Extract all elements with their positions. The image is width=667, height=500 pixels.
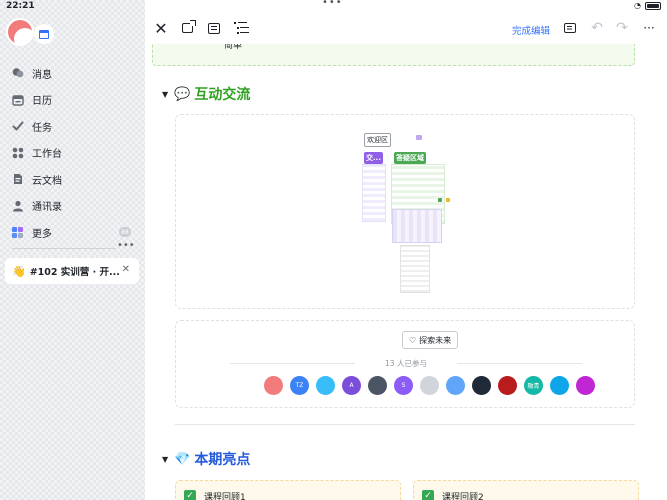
explore-future-button[interactable]: ♡ 探索未来 xyxy=(402,331,459,349)
apps-icon xyxy=(11,146,24,159)
sidebar-item-messages[interactable]: 消息 xyxy=(0,60,145,87)
more-grid-icon xyxy=(11,226,24,239)
calendar-icon xyxy=(11,93,24,106)
whiteboard-column xyxy=(392,209,442,243)
participant-avatar[interactable] xyxy=(446,376,465,395)
participant-avatar[interactable] xyxy=(550,376,569,395)
more-options-icon[interactable]: ··· xyxy=(641,20,657,36)
review-card-label: 课程回顾2 xyxy=(442,493,484,500)
close-icon[interactable]: ✕ xyxy=(122,264,130,275)
whiteboard-column xyxy=(400,245,430,293)
status-time: 22:21 xyxy=(6,1,35,11)
contacts-icon xyxy=(11,199,24,212)
review-card-2[interactable]: ✓ 课程回顾2 xyxy=(413,480,639,500)
participant-avatar[interactable] xyxy=(316,376,335,395)
speech-bubble-icon: 💬 xyxy=(174,86,191,102)
sidebar-item-label: 工作台 xyxy=(32,149,62,161)
participants-count: 13 人已参与 xyxy=(218,358,594,369)
outline-list-icon[interactable] xyxy=(232,20,248,36)
open-in-new-window-icon[interactable] xyxy=(179,20,196,36)
sidebar-item-label: 日历 xyxy=(32,96,52,108)
sidebar-item-workplace[interactable]: 工作台 xyxy=(0,140,145,167)
explore-card: ♡ 探索未来 13 人已参与 TZ A S 融青 xyxy=(175,320,635,408)
sidebar-item-label: 通讯录 xyxy=(32,202,62,214)
sidebar-item-calendar[interactable]: 日历 xyxy=(0,87,145,114)
comment-icon[interactable] xyxy=(562,20,578,36)
participant-avatar[interactable] xyxy=(472,376,491,395)
participant-avatar[interactable]: A xyxy=(342,376,361,395)
participant-avatar[interactable]: 融青 xyxy=(524,376,543,395)
participant-avatars: TZ A S 融青 xyxy=(264,376,595,395)
sidebar-more-dots[interactable]: ••• xyxy=(117,240,135,251)
heading-text: 互动交流 xyxy=(194,87,251,103)
participant-avatar[interactable] xyxy=(368,376,387,395)
heart-icon: ♡ xyxy=(409,335,417,345)
sidebar-divider xyxy=(12,248,116,249)
checkbox-checked-icon[interactable]: ✓ xyxy=(422,490,434,500)
status-bar: 22:21 ••• ◔ xyxy=(0,0,667,14)
undo-icon[interactable]: ↶ xyxy=(589,20,605,36)
whiteboard-sticky xyxy=(446,198,450,202)
callout-text: 简单 xyxy=(224,44,243,51)
sidebar-item-label: 更多 xyxy=(32,228,52,240)
sidebar-item-cloud-docs[interactable]: 云文档 xyxy=(0,166,145,193)
chat-bubble-icon xyxy=(11,67,24,80)
callout-block[interactable]: 简单 xyxy=(152,44,635,66)
unread-badge: 88 xyxy=(119,227,131,237)
sidebar-nav: 消息 日历 任务 工作台 云文档 通讯录 更多 88 xyxy=(0,60,145,246)
pinned-chat-tab[interactable]: 👋 #102 实训营 · 开... ✕ xyxy=(5,258,139,284)
document-body: 简单 ▼ 💬 互动交流 欢迎区 交... 答疑区域 ♡ 探索未来 13 人已参与… xyxy=(145,44,667,500)
sidebar: 消息 日历 任务 工作台 云文档 通讯录 更多 88 ••• 👋 #102 实训… xyxy=(0,0,145,500)
wifi-icon: ◔ xyxy=(634,1,641,10)
whiteboard-sticky xyxy=(416,135,422,140)
collapse-caret-icon[interactable]: ▼ xyxy=(162,455,168,464)
waving-hand-icon: 👋 xyxy=(12,264,26,278)
pinned-chat-title: #102 实训营 · 开... xyxy=(29,267,120,278)
heading-text: 本期亮点 xyxy=(194,452,251,468)
participant-avatar[interactable] xyxy=(576,376,595,395)
document-toolbar: ✕ 完成编辑 ↶ ↷ ··· xyxy=(145,14,667,44)
whiteboard-welcome-label: 欢迎区 xyxy=(364,133,391,147)
divider xyxy=(175,424,635,425)
participant-avatar[interactable] xyxy=(420,376,439,395)
avatar[interactable] xyxy=(6,18,34,46)
heading-interaction[interactable]: ▼ 💬 互动交流 xyxy=(162,83,635,105)
cloud-doc-icon xyxy=(11,173,24,186)
participant-avatar[interactable] xyxy=(498,376,517,395)
gem-icon: 💎 xyxy=(174,451,191,467)
checkbox-checked-icon[interactable]: ✓ xyxy=(184,490,196,500)
whiteboard-card[interactable]: 欢迎区 交... 答疑区域 xyxy=(175,114,635,309)
sidebar-item-label: 消息 xyxy=(32,69,52,81)
participant-avatar[interactable]: TZ xyxy=(290,376,309,395)
collapse-caret-icon[interactable]: ▼ xyxy=(162,90,168,99)
sidebar-item-label: 云文档 xyxy=(32,175,62,187)
review-card-label: 课程回顾1 xyxy=(204,493,246,500)
participant-avatar[interactable] xyxy=(264,376,283,395)
explore-button-label: 探索未来 xyxy=(419,335,452,345)
calendar-shortcut-icon[interactable] xyxy=(34,24,54,44)
whiteboard-sticky xyxy=(438,198,442,202)
whiteboard-thumbnail[interactable]: 欢迎区 交... 答疑区域 xyxy=(360,131,460,296)
checkmark-icon xyxy=(11,120,24,133)
finish-editing-button[interactable]: 完成编辑 xyxy=(512,23,550,37)
document-pane: ✕ 完成编辑 ↶ ↷ ··· 简单 ▼ 💬 互动交流 欢迎区 交... 答疑区域… xyxy=(145,0,667,500)
participant-avatar[interactable]: S xyxy=(394,376,413,395)
account-area[interactable] xyxy=(6,18,56,46)
redo-icon[interactable]: ↷ xyxy=(614,20,630,36)
battery-icon xyxy=(645,1,661,10)
document-info-icon[interactable] xyxy=(206,20,222,36)
sidebar-item-tasks[interactable]: 任务 xyxy=(0,113,145,140)
whiteboard-tag: 交... xyxy=(364,152,383,164)
review-card-1[interactable]: ✓ 课程回顾1 xyxy=(175,480,401,500)
status-right: ◔ xyxy=(634,1,661,10)
whiteboard-tag: 答疑区域 xyxy=(394,152,426,164)
close-icon[interactable]: ✕ xyxy=(153,19,169,38)
heading-highlights[interactable]: ▼ 💎 本期亮点 xyxy=(162,448,635,470)
sidebar-item-contacts[interactable]: 通讯录 xyxy=(0,193,145,220)
sidebar-item-label: 任务 xyxy=(32,122,52,134)
multitasking-dots[interactable]: ••• xyxy=(322,0,343,8)
whiteboard-column xyxy=(362,164,386,222)
